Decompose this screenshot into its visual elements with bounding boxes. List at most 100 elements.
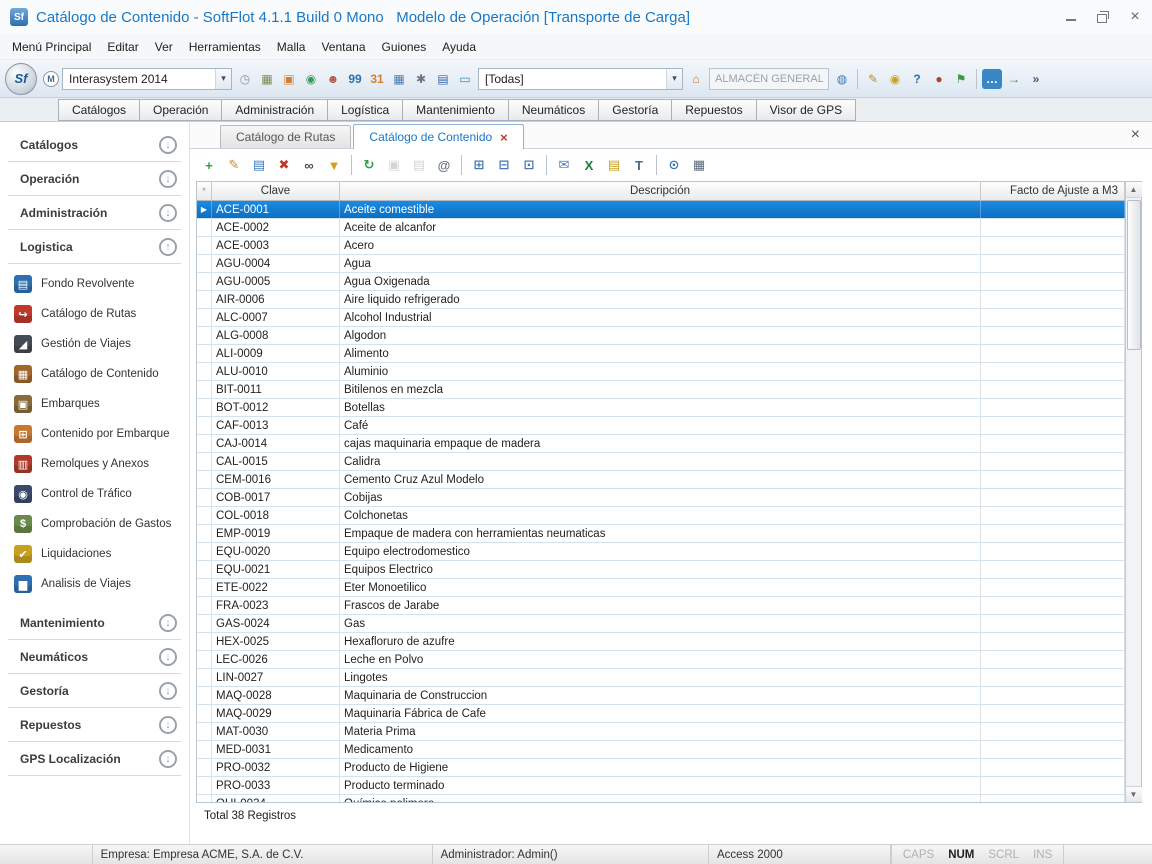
menu-item-ventana[interactable]: Ventana — [313, 35, 373, 59]
expand-section-icon[interactable]: ↓ — [159, 170, 177, 188]
sidebar-item-control-de-trafico[interactable]: ◉Control de Tráfico — [0, 479, 189, 509]
grid-row[interactable]: CAF-0013Café — [197, 417, 1125, 435]
grid-row[interactable]: COB-0017Cobijas — [197, 489, 1125, 507]
expand-section-icon[interactable]: ↓ — [159, 614, 177, 632]
grid-row[interactable]: ALC-0007Alcohol Industrial — [197, 309, 1125, 327]
sidebar-item-gestion-de-viajes[interactable]: ◢Gestión de Viajes — [0, 329, 189, 359]
permissions-icon[interactable]: ✎ — [863, 69, 883, 89]
category-tab-operacion[interactable]: Operación — [139, 99, 221, 121]
world-icon[interactable]: ◍ — [832, 69, 852, 89]
menu-item-ayuda[interactable]: Ayuda — [434, 35, 484, 59]
group-expand-button[interactable]: ⊟ — [493, 154, 515, 176]
grid-row[interactable]: QUI-0034Químico polimero — [197, 795, 1125, 802]
section-header-mantenimiento[interactable]: Mantenimiento↓ — [0, 606, 189, 639]
chat-icon[interactable]: … — [982, 69, 1002, 89]
scroll-thumb[interactable] — [1127, 200, 1141, 350]
flag-icon[interactable]: ⚑ — [951, 69, 971, 89]
grid-row[interactable]: ALI-0009Alimento — [197, 345, 1125, 363]
section-header-catalogos[interactable]: Catálogos↓ — [0, 128, 189, 161]
grid-row[interactable]: HEX-0025Hexafloruro de azufre — [197, 633, 1125, 651]
card-view-button[interactable]: ▤ — [248, 154, 270, 176]
excel-export-button[interactable]: X — [578, 154, 600, 176]
grid-row[interactable]: AIR-0006Aire liquido refrigerado — [197, 291, 1125, 309]
grid-row[interactable]: CAL-0015Calidra — [197, 453, 1125, 471]
grid-row[interactable]: PRO-0032Producto de Higiene — [197, 759, 1125, 777]
column-header-facto-de-ajuste-a-m3[interactable]: Facto de Ajuste a M3 — [981, 182, 1125, 200]
section-header-neumaticos[interactable]: Neumáticos↓ — [0, 640, 189, 673]
grid-row[interactable]: EMP-0019Empaque de madera con herramient… — [197, 525, 1125, 543]
expand-section-icon[interactable]: ↓ — [159, 682, 177, 700]
users-icon[interactable]: ☻ — [323, 69, 343, 89]
category-tab-mantenimiento[interactable]: Mantenimiento — [402, 99, 508, 121]
grid-row[interactable]: ▶ACE-0001Aceite comestible — [197, 201, 1125, 219]
minimize-icon[interactable] — [1064, 10, 1078, 24]
column-header-clave[interactable]: Clave — [212, 182, 340, 200]
sidebar-item-catalogo-de-rutas[interactable]: ↪Catálogo de Rutas — [0, 299, 189, 329]
table-icon[interactable]: ▦ — [389, 69, 409, 89]
email-button[interactable]: ✉ — [553, 154, 575, 176]
expand-section-icon[interactable]: ↓ — [159, 750, 177, 768]
grid-row[interactable]: ETE-0022Eter Monoetilico — [197, 579, 1125, 597]
grid-row[interactable]: AGU-0004Agua — [197, 255, 1125, 273]
dropdown-arrow-icon[interactable]: ▾ — [666, 69, 682, 89]
section-header-repuestos[interactable]: Repuestos↓ — [0, 708, 189, 741]
grid-row[interactable]: PRO-0033Producto terminado — [197, 777, 1125, 795]
bug-icon[interactable]: ● — [929, 69, 949, 89]
edit-button[interactable]: ✎ — [223, 154, 245, 176]
restore-icon[interactable] — [1096, 10, 1110, 24]
scroll-down-icon[interactable]: ▼ — [1126, 786, 1142, 802]
grid-row[interactable]: ALG-0008Algodon — [197, 327, 1125, 345]
doc-tab-catalogo-de-rutas[interactable]: Catálogo de Rutas — [220, 125, 351, 148]
add-button[interactable]: + — [198, 154, 220, 176]
globe-icon[interactable]: ◉ — [301, 69, 321, 89]
close-pane-icon[interactable]: × — [1131, 127, 1140, 143]
sidebar-item-embarques[interactable]: ▣Embarques — [0, 389, 189, 419]
overflow-chevron-icon[interactable]: » — [1026, 69, 1046, 89]
category-tab-neumaticos[interactable]: Neumáticos — [508, 99, 598, 121]
refresh-button[interactable]: ↻ — [358, 154, 380, 176]
grid-row[interactable]: ALU-0010Aluminio — [197, 363, 1125, 381]
section-header-operacion[interactable]: Operación↓ — [0, 162, 189, 195]
grid-row[interactable]: MAQ-0029Maquinaria Fábrica de Cafe — [197, 705, 1125, 723]
sidebar-item-contenido-por-embarque[interactable]: ⊞Contenido por Embarque — [0, 419, 189, 449]
print-preview-button[interactable]: ⊙ — [663, 154, 685, 176]
notes-99-icon[interactable]: 99 — [345, 69, 365, 89]
grid-row[interactable]: MAQ-0028Maquinaria de Construccion — [197, 687, 1125, 705]
grid-row[interactable]: EQU-0021Equipos Electrico — [197, 561, 1125, 579]
section-header-logistica[interactable]: Logistica↑ — [0, 230, 189, 263]
menu-item-malla[interactable]: Malla — [269, 35, 314, 59]
grid-row[interactable]: AGU-0005Agua Oxigenada — [197, 273, 1125, 291]
print-button[interactable]: ▦ — [688, 154, 710, 176]
collapse-section-icon[interactable]: ↑ — [159, 238, 177, 256]
softflot-logo[interactable]: Sf — [5, 63, 37, 95]
dropdown-arrow-icon[interactable]: ▾ — [215, 69, 231, 89]
expand-section-icon[interactable]: ↓ — [159, 716, 177, 734]
filter-button[interactable]: ▼ — [323, 154, 345, 176]
section-header-administracion[interactable]: Administración↓ — [0, 196, 189, 229]
grid-row[interactable]: GAS-0024Gas — [197, 615, 1125, 633]
grid-row[interactable]: FRA-0023Frascos de Jarabe — [197, 597, 1125, 615]
sidebar-item-fondo-revolvente[interactable]: ▤Fondo Revolvente — [0, 269, 189, 299]
category-tab-gestoria[interactable]: Gestoría — [598, 99, 671, 121]
menu-item-editar[interactable]: Editar — [99, 35, 146, 59]
grid-row[interactable]: LEC-0026Leche en Polvo — [197, 651, 1125, 669]
grid-row[interactable]: LIN-0027Lingotes — [197, 669, 1125, 687]
memo-export-button[interactable]: ▤ — [603, 154, 625, 176]
computer-icon[interactable]: ▭ — [455, 69, 475, 89]
scroll-up-icon[interactable]: ▲ — [1126, 182, 1142, 198]
grid-row[interactable]: MAT-0030Materia Prima — [197, 723, 1125, 741]
sidebar-item-catalogo-de-contenido[interactable]: ▦Catálogo de Contenido — [0, 359, 189, 389]
menu-item-menu-principal[interactable]: Menú Principal — [4, 35, 99, 59]
grid-row[interactable]: BIT-0011Bitilenos en mezcla — [197, 381, 1125, 399]
close-window-icon[interactable]: × — [1128, 10, 1142, 24]
interasystem-module-icon[interactable]: M — [43, 71, 59, 87]
attach-button[interactable]: @ — [433, 154, 455, 176]
grid-row[interactable]: CAJ-0014cajas maquinaria empaque de made… — [197, 435, 1125, 453]
sidebar-item-liquidaciones[interactable]: ✔Liquidaciones — [0, 539, 189, 569]
grid-row[interactable]: BOT-0012Botellas — [197, 399, 1125, 417]
picture-icon[interactable]: ▣ — [279, 69, 299, 89]
clock-icon[interactable]: ◷ — [235, 69, 255, 89]
menu-item-guiones[interactable]: Guiones — [374, 35, 435, 59]
grid-row[interactable]: ACE-0003Acero — [197, 237, 1125, 255]
settings-gear-icon[interactable]: ✱ — [411, 69, 431, 89]
